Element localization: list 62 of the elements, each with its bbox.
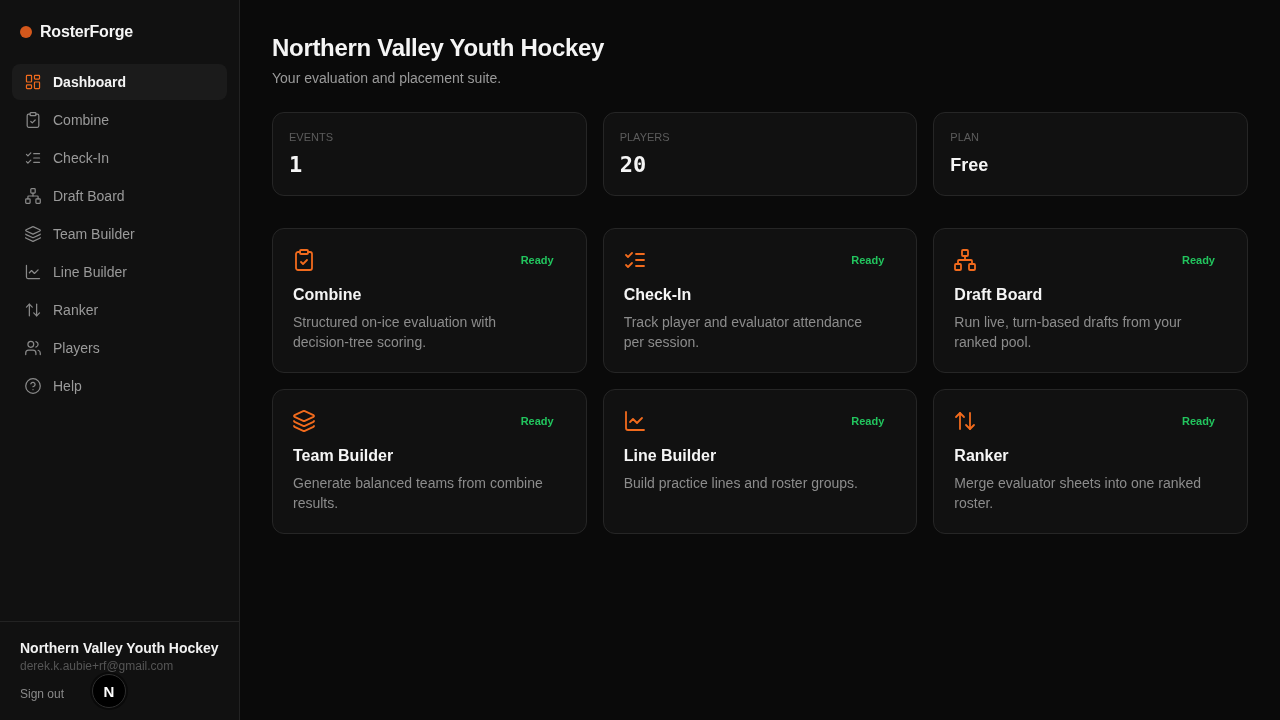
brand-name: RosterForge xyxy=(40,23,133,41)
up-down-arrows-icon xyxy=(25,302,41,318)
line-chart-icon xyxy=(623,410,646,432)
dev-tools-button[interactable]: N xyxy=(92,674,126,708)
stat-label: PLAYERS xyxy=(619,130,671,145)
stat-value: 1 xyxy=(289,151,304,179)
stat-label: PLAN xyxy=(950,130,981,145)
tool-description: Merge evaluator sheets into one ranked roster. xyxy=(954,474,1203,513)
status-text: Ready xyxy=(851,254,885,266)
organization-name: Northern Valley Youth Hockey xyxy=(20,639,219,658)
nav-item[interactable]: Combine xyxy=(12,102,227,138)
tool-card[interactable]: Ready Combine Structured on-ice evaluation with decision-tree scoring. xyxy=(272,228,587,373)
users-icon xyxy=(25,340,41,356)
status-text: Ready xyxy=(520,254,554,266)
tool-title: Ranker xyxy=(954,446,1010,466)
checklist-icon xyxy=(623,249,646,271)
nav-item[interactable]: Line Builder xyxy=(12,254,227,290)
line-chart-icon xyxy=(25,264,41,280)
tool-card[interactable]: Ready Check-In Track player and evaluator attendance per session. xyxy=(602,228,918,373)
tool-description: Run live, turn-based drafts from your ranked pool. xyxy=(954,313,1183,352)
checklist-icon xyxy=(25,150,41,166)
layers-icon xyxy=(25,226,41,242)
tool-title: Combine xyxy=(293,285,363,305)
nav-item[interactable]: Team Builder xyxy=(12,216,227,252)
logo-dot-icon xyxy=(20,26,32,38)
tool-card[interactable]: Ready Draft Board Run live, turn-based drafts from your ranked pool. xyxy=(933,228,1248,373)
stat-label: EVENTS xyxy=(289,130,334,145)
tool-description: Structured on-ice evaluation with decision-tree scoring. xyxy=(293,313,498,352)
tool-description: Generate balanced teams from combine results. xyxy=(293,474,544,513)
clipboard-check-icon xyxy=(25,112,41,128)
tool-card[interactable]: Ready Ranker Merge evaluator sheets into one ranked roster. xyxy=(933,389,1248,534)
layers-icon xyxy=(293,410,315,432)
status-text: Ready xyxy=(1181,254,1215,266)
tool-card[interactable]: Ready Team Builder Generate balanced teams from combine results. xyxy=(272,389,587,534)
dashboard-grid-icon xyxy=(25,74,41,90)
hierarchy-icon xyxy=(25,188,41,204)
nav-item[interactable]: Ranker xyxy=(12,292,227,328)
up-down-arrows-icon xyxy=(954,410,977,432)
stat-value: Free xyxy=(950,154,990,177)
stat-value: 20 xyxy=(619,151,648,179)
page-title: Northern Valley Youth Hockey xyxy=(272,33,606,63)
tool-title: Line Builder xyxy=(623,446,718,466)
nav-item[interactable]: Players xyxy=(12,330,227,366)
nav-item[interactable]: Check-In xyxy=(12,140,227,176)
nav-item[interactable]: Draft Board xyxy=(12,178,227,214)
tool-description: Track player and evaluator attendance per session. xyxy=(623,313,864,352)
clipboard-check-icon xyxy=(293,249,315,271)
tool-title: Check-In xyxy=(623,285,693,305)
tool-card[interactable]: Ready Line Builder Build practice lines and roster groups. xyxy=(602,389,918,534)
status-text: Ready xyxy=(520,415,554,427)
status-text: Ready xyxy=(1181,415,1215,427)
page-subtitle: Your evaluation and placement suite. xyxy=(272,69,503,88)
sign-out-link[interactable]: Sign out xyxy=(20,686,65,702)
hierarchy-icon xyxy=(954,249,977,271)
nav-item[interactable]: Dashboard xyxy=(12,64,227,100)
user-email: derek.k.aubie+rf@gmail.com xyxy=(20,658,175,674)
help-icon xyxy=(25,378,41,394)
tool-title: Draft Board xyxy=(954,285,1044,305)
tool-description: Build practice lines and roster groups. xyxy=(623,474,859,493)
tool-title: Team Builder xyxy=(293,446,395,466)
nav-item[interactable]: Help xyxy=(12,368,227,404)
status-text: Ready xyxy=(851,415,885,427)
